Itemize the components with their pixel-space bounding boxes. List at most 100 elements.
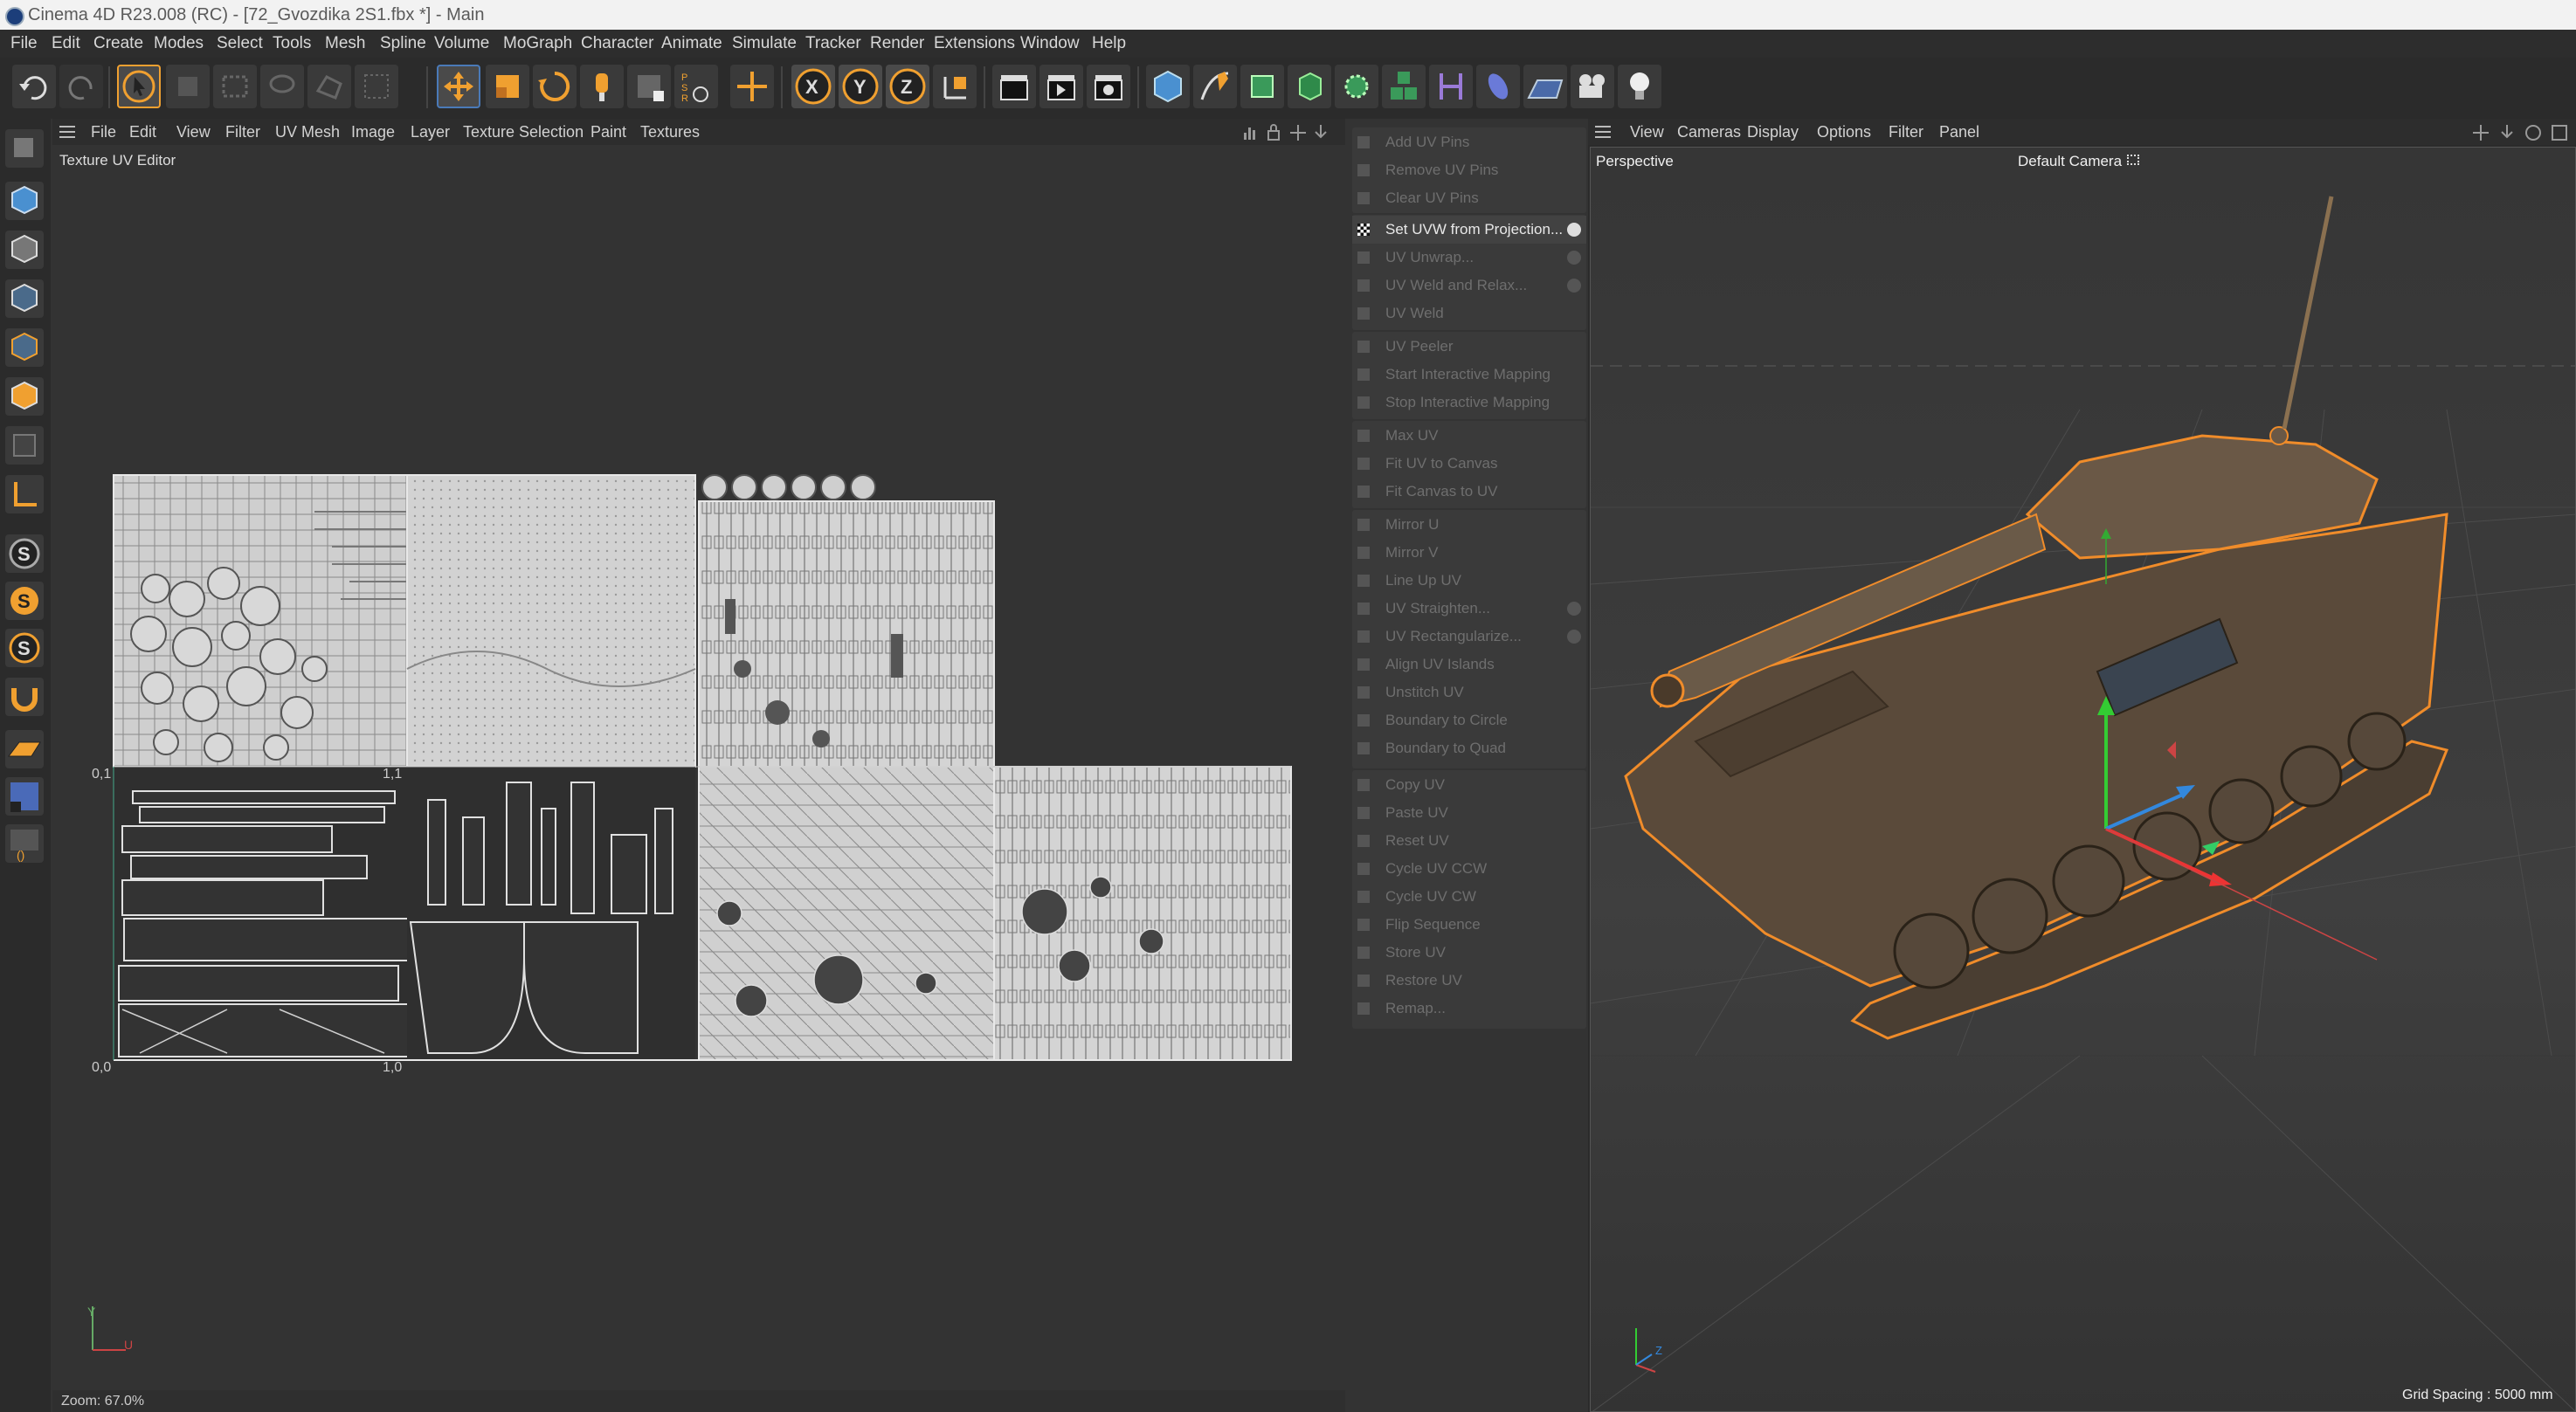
menu-edit[interactable]: Edit: [52, 30, 80, 58]
uv-peeler-command[interactable]: UV Peeler: [1352, 333, 1586, 361]
uv-zoom-icon[interactable]: [1315, 125, 1327, 139]
uv-menu-view[interactable]: View: [176, 119, 211, 145]
remap-command[interactable]: Remap...: [1352, 995, 1586, 1023]
render-settings-button[interactable]: [1087, 65, 1130, 108]
tank-model[interactable]: [1624, 196, 2449, 1040]
subdivision-button[interactable]: [1240, 65, 1284, 108]
symmetry-button[interactable]: S: [5, 629, 44, 667]
boundary-to-quad-command[interactable]: Boundary to Quad: [1352, 734, 1586, 762]
polygon-selection-button[interactable]: [307, 65, 351, 108]
uv-menu-layer[interactable]: Layer: [411, 119, 450, 145]
viewport-menu-panel[interactable]: Panel: [1939, 119, 1979, 145]
reset-uv-command[interactable]: Reset UV: [1352, 827, 1586, 855]
gear-icon[interactable]: [1567, 251, 1581, 265]
menu-simulate[interactable]: Simulate: [732, 30, 797, 58]
set-uvw-from-projection-command[interactable]: Set UVW from Projection...: [1352, 216, 1586, 244]
mograph-cloner-button[interactable]: [1382, 65, 1426, 108]
max-uv-command[interactable]: Max UV: [1352, 422, 1586, 450]
z-axis-lock-button[interactable]: Z: [886, 65, 929, 108]
uv-menu-image[interactable]: Image: [351, 119, 395, 145]
extrude-generator-button[interactable]: [1288, 65, 1331, 108]
menu-extensions[interactable]: Extensions: [934, 30, 1015, 58]
uv-menu-textures[interactable]: Textures: [640, 119, 700, 145]
lasso-selection-button[interactable]: [260, 65, 304, 108]
snap-button[interactable]: S: [5, 534, 44, 573]
psr-button[interactable]: PSR: [674, 65, 718, 108]
menu-render[interactable]: Render: [870, 30, 924, 58]
texture-mode-button[interactable]: [5, 231, 44, 269]
soft-selection-button[interactable]: S: [5, 582, 44, 620]
gear-icon[interactable]: [1567, 223, 1581, 237]
menu-create[interactable]: Create: [93, 30, 143, 58]
uv-menu-edit[interactable]: Edit: [129, 119, 156, 145]
light-button[interactable]: [1618, 65, 1661, 108]
uv-checker-button[interactable]: [627, 65, 671, 108]
viewport-menu-view[interactable]: View: [1630, 119, 1664, 145]
pen-spline-button[interactable]: [1193, 65, 1237, 108]
menu-modes[interactable]: Modes: [154, 30, 204, 58]
points-mode-button[interactable]: [5, 279, 44, 318]
scale-tool-button[interactable]: [486, 65, 529, 108]
coordinate-system-button[interactable]: [933, 65, 977, 108]
locked-workplane-button[interactable]: [5, 777, 44, 816]
cube-object-button[interactable]: [1146, 65, 1190, 108]
camera-button[interactable]: [1571, 65, 1614, 108]
uv-weld-command[interactable]: UV Weld: [1352, 300, 1586, 327]
render-view-button[interactable]: [992, 65, 1036, 108]
menu-mograph[interactable]: MoGraph: [503, 30, 572, 58]
menu-window[interactable]: Window: [1020, 30, 1080, 58]
cycle-uv-ccw-command[interactable]: Cycle UV CCW: [1352, 855, 1586, 883]
uv-canvas[interactable]: [52, 145, 1345, 1390]
menu-tracker[interactable]: Tracker: [805, 30, 861, 58]
copy-uv-command[interactable]: Copy UV: [1352, 771, 1586, 799]
edges-mode-button[interactable]: [5, 328, 44, 367]
render-to-picture-viewer-button[interactable]: [1039, 65, 1083, 108]
floor-button[interactable]: [1523, 65, 1567, 108]
y-axis-lock-button[interactable]: Y: [839, 65, 882, 108]
cycle-uv-cw-command[interactable]: Cycle UV CW: [1352, 883, 1586, 911]
uv-menu-uv-mesh[interactable]: UV Mesh: [275, 119, 340, 145]
line-up-uv-command[interactable]: Line Up UV: [1352, 567, 1586, 595]
menu-select[interactable]: Select: [217, 30, 263, 58]
viewport-camera-label[interactable]: Default Camera: [2018, 153, 2122, 170]
viewport-pan-icon[interactable]: [2473, 125, 2489, 141]
deformer-button[interactable]: [1429, 65, 1473, 108]
align-uv-islands-command[interactable]: Align UV Islands: [1352, 651, 1586, 678]
world-axis-button[interactable]: [730, 65, 774, 108]
rotate-tool-button[interactable]: [533, 65, 577, 108]
viewport-maximize-icon[interactable]: [2552, 125, 2567, 141]
menu-file[interactable]: File: [10, 30, 38, 58]
x-axis-lock-button[interactable]: X: [791, 65, 835, 108]
fit-canvas-to-uv-command[interactable]: Fit Canvas to UV: [1352, 478, 1586, 506]
stop-interactive-mapping-command[interactable]: Stop Interactive Mapping: [1352, 389, 1586, 417]
flip-sequence-command[interactable]: Flip Sequence: [1352, 911, 1586, 939]
magnet-pin-button[interactable]: [580, 65, 624, 108]
gear-icon[interactable]: [1567, 602, 1581, 616]
menu-character[interactable]: Character: [581, 30, 653, 58]
cloner-button[interactable]: [1335, 65, 1378, 108]
fit-uv-to-canvas-command[interactable]: Fit UV to Canvas: [1352, 450, 1586, 478]
make-editable-button[interactable]: [5, 129, 44, 168]
mirror-v-command[interactable]: Mirror V: [1352, 539, 1586, 567]
paste-uv-command[interactable]: Paste UV: [1352, 799, 1586, 827]
remove-uv-pins-command[interactable]: Remove UV Pins: [1352, 156, 1586, 184]
restore-uv-command[interactable]: Restore UV: [1352, 967, 1586, 995]
gear-icon[interactable]: [1567, 630, 1581, 644]
unstitch-uv-command[interactable]: Unstitch UV: [1352, 678, 1586, 706]
polygons-mode-button[interactable]: [5, 377, 44, 416]
workplane-grid-button[interactable]: [5, 730, 44, 768]
uv-menu-file[interactable]: File: [91, 119, 116, 145]
menu-mesh[interactable]: Mesh: [325, 30, 365, 58]
loop-selection-button[interactable]: [355, 65, 398, 108]
redo-button[interactable]: [59, 65, 103, 108]
planar-workplane-button[interactable]: (): [5, 824, 44, 863]
clear-uv-pins-command[interactable]: Clear UV Pins: [1352, 184, 1586, 212]
menu-help[interactable]: Help: [1092, 30, 1126, 58]
perspective-viewport[interactable]: Perspective Default Camera Z Grid Spacin…: [1590, 147, 2576, 1412]
uv-unwrap-command[interactable]: UV Unwrap...: [1352, 244, 1586, 272]
viewport-menu-filter[interactable]: Filter: [1889, 119, 1923, 145]
uv-pan-icon[interactable]: [1290, 125, 1306, 141]
hamburger-icon[interactable]: [1595, 126, 1611, 138]
undo-button[interactable]: [12, 65, 56, 108]
viewport-rotate-icon[interactable]: [2525, 125, 2541, 141]
